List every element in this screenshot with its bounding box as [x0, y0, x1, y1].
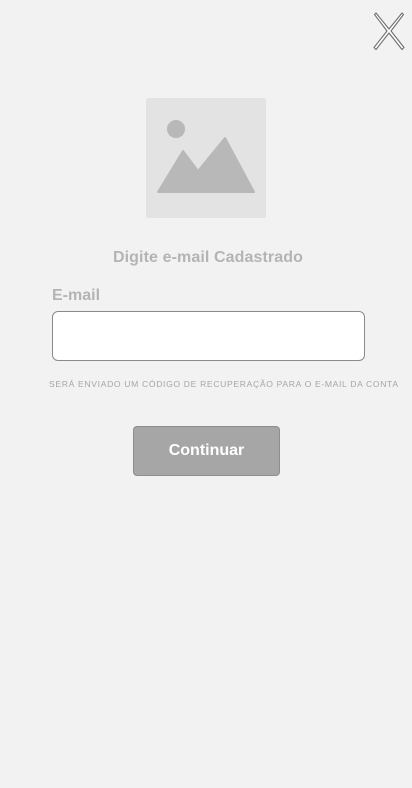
- helper-text: SERÁ ENVIADO UM CÓDIGO DE RECUPERAÇÃO PA…: [49, 379, 399, 389]
- continue-button[interactable]: Continuar: [133, 426, 280, 476]
- email-field[interactable]: [52, 311, 365, 361]
- close-button[interactable]: [370, 11, 408, 51]
- image-placeholder: [146, 98, 266, 218]
- close-icon: [373, 12, 405, 51]
- page-title: Digite e-mail Cadastrado: [112, 249, 303, 266]
- image-placeholder-icon: [157, 120, 255, 193]
- email-label: E-mail: [52, 287, 101, 304]
